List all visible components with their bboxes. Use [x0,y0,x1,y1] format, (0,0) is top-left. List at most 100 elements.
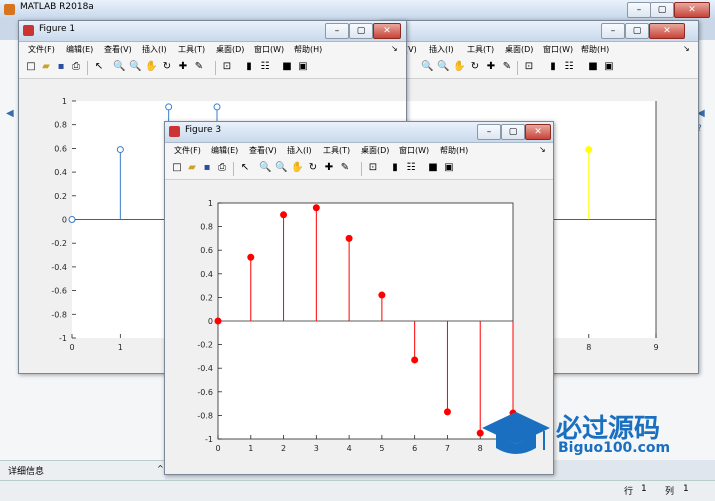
figure2-menu-dock-icon[interactable]: ↘ [683,44,690,53]
figure3-colorbar-icon[interactable]: ▮ [389,162,401,174]
figure2-close-button[interactable]: ✕ [649,23,685,39]
figure3-y-tick-label: -0.2 [197,341,213,350]
figure1-datatip-icon[interactable]: ✚ [177,61,189,73]
figure3-close-button[interactable]: ✕ [525,124,551,140]
figure1-print-icon[interactable]: ⎙ [70,61,82,73]
figure3-toolbar: □ ▰ ▪ ⎙ ↖ 🔍 🔍 ✋ ↻ ✚ ✎ ⊡ ▮ ☷ ■ ▣ [165,159,553,180]
figure3-open-icon[interactable]: ▰ [186,162,198,174]
figure2-hide-tools-icon[interactable]: ■ [587,61,599,73]
figure1-menu-view[interactable]: 查看(V) [104,44,132,55]
figure2-menu-desktop[interactable]: 桌面(D) [505,44,533,55]
figure2-maximize-button[interactable]: ▢ [625,23,649,39]
figure3-print-icon[interactable]: ⎙ [216,162,228,174]
figure2-menu-window[interactable]: 窗口(W) [543,44,573,55]
main-left-nav-icon[interactable]: ◀ [6,108,16,119]
figure1-menu-file[interactable]: 文件(F) [28,44,55,55]
figure1-show-tools-icon[interactable]: ▣ [297,61,309,73]
figure1-toolbar-separator-2 [215,61,216,75]
main-minimize-button[interactable]: – [627,2,651,18]
figure1-zoom-in-icon[interactable]: 🔍 [113,61,125,73]
figure1-y-tick-label: -1 [59,334,67,343]
figure2-legend-icon[interactable]: ☷ [563,61,575,73]
figure2-zoom-out-icon[interactable]: 🔍 [437,61,449,73]
figure1-titlebar: Figure 1 – ▢ ✕ [19,21,406,42]
figure3-brush-icon[interactable]: ✎ [339,162,351,174]
figure2-show-tools-icon[interactable]: ▣ [603,61,615,73]
figure2-menu-insert[interactable]: 插入(I) [429,44,454,55]
figure1-x-tick-label: 1 [118,343,123,352]
figure1-minimize-button[interactable]: – [325,23,349,39]
figure1-legend-icon[interactable]: ☷ [259,61,271,73]
figure2-zoom-in-icon[interactable]: 🔍 [421,61,433,73]
figure1-dock-icon[interactable]: ↘ [391,44,398,53]
figure2-link-icon[interactable]: ⊡ [523,61,535,73]
figure2-brush-icon[interactable]: ✎ [501,61,513,73]
figure3-y-tick-label: 0.4 [200,270,213,279]
figure1-menu-insert[interactable]: 插入(I) [142,44,167,55]
figure1-menu-desktop[interactable]: 桌面(D) [216,44,244,55]
figure1-menu-edit[interactable]: 编辑(E) [66,44,93,55]
figure3-stem-marker [345,234,353,242]
figure2-rotate-icon[interactable]: ↻ [469,61,481,73]
figure3-zoom-in-icon[interactable]: 🔍 [259,162,271,174]
figure3-pan-icon[interactable]: ✋ [291,162,303,174]
figure3-menu-desktop[interactable]: 桌面(D) [361,145,389,156]
figure2-colorbar-icon[interactable]: ▮ [547,61,559,73]
figure1-colorbar-icon[interactable]: ▮ [243,61,255,73]
figure2-minimize-button[interactable]: – [601,23,625,39]
figure3-link-icon[interactable]: ⊡ [367,162,379,174]
figure3-menu-insert[interactable]: 插入(I) [287,145,312,156]
figure1-close-button[interactable]: ✕ [373,23,401,39]
figure1-menu-tools[interactable]: 工具(T) [178,44,205,55]
detail-collapse-icon[interactable]: ^ [157,464,164,473]
figure3-menu-tools[interactable]: 工具(T) [323,145,350,156]
figure3-maximize-button[interactable]: ▢ [501,124,525,140]
main-titlebar: MATLAB R2018a – ▢ ✕ [0,0,715,19]
figure1-menu-window[interactable]: 窗口(W) [254,44,284,55]
figure3-new-icon[interactable]: □ [171,162,183,174]
main-close-button[interactable]: ✕ [674,2,710,18]
figure1-new-icon[interactable]: □ [25,61,37,73]
figure3-toolbar-separator-2 [361,162,362,176]
figure2-datatip-icon[interactable]: ✚ [485,61,497,73]
figure1-hide-tools-icon[interactable]: ■ [281,61,293,73]
figure3-y-tick-label: -0.4 [197,364,213,373]
figure3-rotate-icon[interactable]: ↻ [307,162,319,174]
figure3-menu-window[interactable]: 窗口(W) [399,145,429,156]
figure3-menu-help[interactable]: 帮助(H) [440,145,468,156]
figure1-pointer-icon[interactable]: ↖ [93,61,105,73]
figure3-dock-icon[interactable]: ↘ [539,145,546,154]
figure1-y-tick-label: 0.2 [54,192,67,201]
figure1-icon [23,25,34,36]
figure3-menu-view[interactable]: 查看(V) [249,145,277,156]
figure3-datatip-icon[interactable]: ✚ [323,162,335,174]
figure3-legend-icon[interactable]: ☷ [405,162,417,174]
figure3-y-tick-label: 0.6 [200,246,213,255]
figure3-pointer-icon[interactable]: ↖ [239,162,251,174]
figure2-menu-help[interactable]: 帮助(H) [581,44,609,55]
figure1-pan-icon[interactable]: ✋ [145,61,157,73]
figure1-link-icon[interactable]: ⊡ [221,61,233,73]
figure3-menu-file[interactable]: 文件(F) [174,145,201,156]
figure1-rotate-icon[interactable]: ↻ [161,61,173,73]
figure3-y-tick-label: 0.2 [200,293,213,302]
figure1-brush-icon[interactable]: ✎ [193,61,205,73]
figure3-show-tools-icon[interactable]: ▣ [443,162,455,174]
figure2-pan-icon[interactable]: ✋ [453,61,465,73]
figure2-menubar: 查看(V) 插入(I) 工具(T) 桌面(D) 窗口(W) 帮助(H) ↘ [381,42,698,58]
figure1-maximize-button[interactable]: ▢ [349,23,373,39]
main-title: MATLAB R2018a [20,2,94,12]
figure3-minimize-button[interactable]: – [477,124,501,140]
figure2-menu-tools[interactable]: 工具(T) [467,44,494,55]
figure1-open-icon[interactable]: ▰ [40,61,52,73]
figure3-menu-edit[interactable]: 编辑(E) [211,145,238,156]
figure3-zoom-out-icon[interactable]: 🔍 [275,162,287,174]
figure1-zoom-out-icon[interactable]: 🔍 [129,61,141,73]
figure1-save-icon[interactable]: ▪ [55,61,67,73]
figure3-y-tick-label: 1 [208,199,213,208]
figure1-stem-marker [165,103,173,111]
figure1-menu-help[interactable]: 帮助(H) [294,44,322,55]
figure3-save-icon[interactable]: ▪ [201,162,213,174]
main-maximize-button[interactable]: ▢ [650,2,674,18]
figure3-hide-tools-icon[interactable]: ■ [427,162,439,174]
